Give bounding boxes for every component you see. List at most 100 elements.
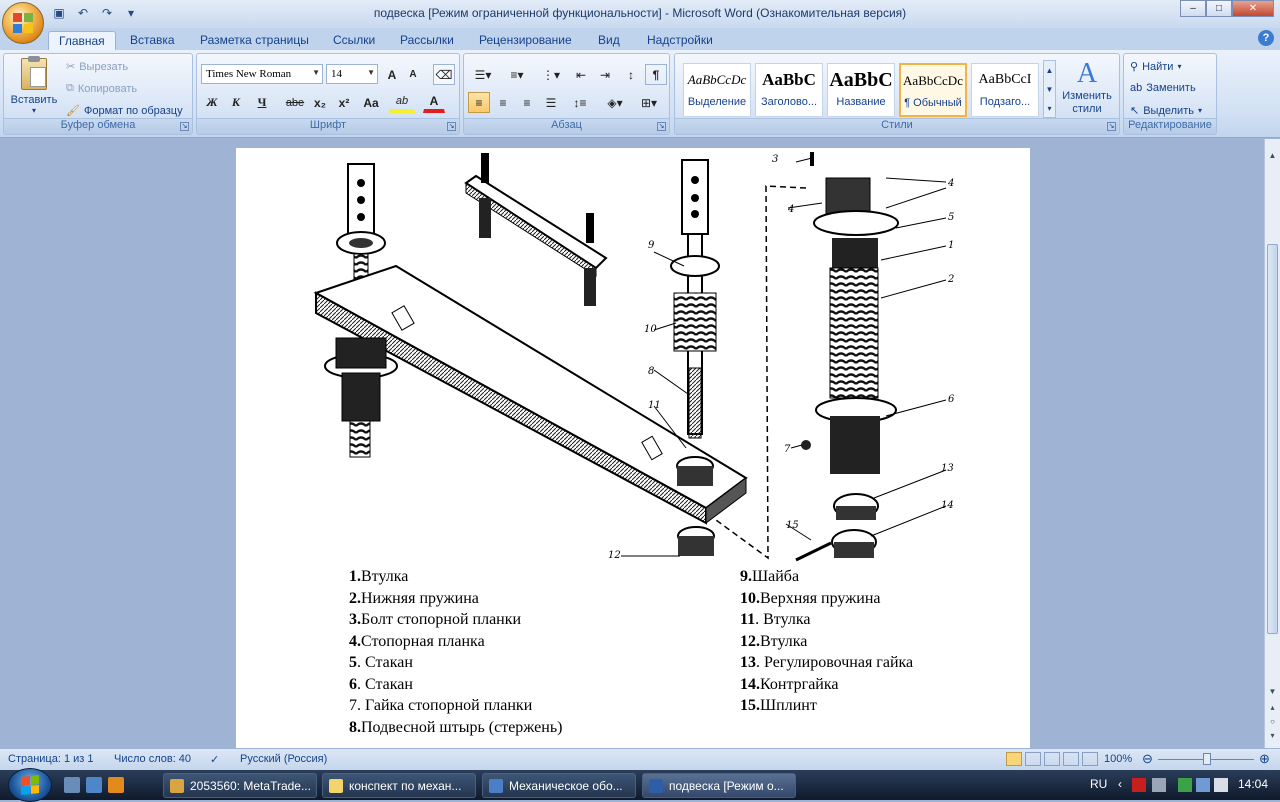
clock[interactable]: 14:04 [1238,777,1268,791]
start-button[interactable] [8,768,52,802]
style-emphasis[interactable]: AaBbCcDc Выделение [683,63,751,117]
paragraph-launcher-icon[interactable]: ↘ [657,122,666,131]
underline-button[interactable]: Ч [249,92,275,113]
scroll-thumb[interactable] [1267,244,1278,634]
task-metatrader[interactable]: 2053560: MetaTrade... [163,773,317,798]
switch-windows-icon[interactable] [86,777,102,793]
antivirus-icon[interactable] [1132,778,1146,792]
style-sample: AaBbC [829,69,893,91]
italic-button[interactable]: К [225,92,247,113]
increase-indent-button[interactable]: ⇥ [594,64,616,85]
superscript-button[interactable]: x² [333,92,355,113]
sort-button[interactable]: ↕ [620,64,642,85]
font-family-select[interactable]: Times New Roman ▼ [201,64,323,84]
help-icon[interactable]: ? [1258,30,1274,46]
tab-review[interactable]: Рецензирование [469,31,582,50]
multilevel-list-button[interactable]: ⋮▾ [536,64,566,85]
bold-button[interactable]: Ж [201,92,223,113]
change-styles-button[interactable]: A Изменить стили [1057,58,1117,116]
numbering-button[interactable]: ≡▾ [502,64,532,85]
office-button[interactable] [2,2,44,44]
select-button[interactable]: ↖ Выделить ▾ [1130,104,1202,118]
part-label: 3 [772,154,778,165]
browse-object-icon[interactable]: ○ [1265,717,1280,731]
tab-addins[interactable]: Надстройки [637,31,723,50]
document-page[interactable]: 3 4 4 5 1 2 6 7 13 14 15 9 10 8 11 12 1.… [236,148,1030,748]
scroll-down-icon[interactable]: ▼ [1265,687,1280,701]
bullets-button[interactable]: ☰▾ [468,64,498,85]
decrease-indent-button[interactable]: ⇤ [570,64,592,85]
find-button[interactable]: ⚲ Найти ▾ [1130,60,1181,74]
full-reading-icon[interactable] [1025,752,1041,766]
scroll-up-icon[interactable]: ▲ [1265,151,1280,165]
clear-format-button[interactable]: ⌫ [433,64,455,85]
network-icon[interactable] [1178,778,1192,792]
vertical-scrollbar[interactable]: ▲ ▼ ▴ ○ ▾ [1264,139,1280,748]
cut-button[interactable]: ✂ Вырезать [66,60,128,74]
language-indicator[interactable]: Русский (Россия) [240,753,327,765]
draft-icon[interactable] [1082,752,1098,766]
zoom-out-icon[interactable]: ⊖ [1142,751,1153,767]
shading-button[interactable]: ◈▾ [600,92,630,113]
media-player-icon[interactable] [108,777,124,793]
copy-button[interactable]: ⧉ Копировать [66,82,137,95]
print-layout-icon[interactable] [1006,752,1022,766]
tray-app-icon[interactable] [1152,778,1166,792]
web-layout-icon[interactable] [1044,752,1060,766]
align-left-button[interactable]: ≡ [468,92,490,113]
tab-insert[interactable]: Вставка [120,31,185,50]
style-title[interactable]: AaBbC Название [827,63,895,117]
font-size-select[interactable]: 14 ▼ [326,64,378,84]
show-marks-button[interactable]: ¶ [645,64,667,85]
borders-button[interactable]: ⊞▾ [634,92,664,113]
styles-scroll[interactable]: ▲ ▼ ▾ [1043,60,1056,118]
tab-mailings[interactable]: Рассылки [390,31,464,50]
clipboard-launcher-icon[interactable]: ↘ [180,122,189,131]
show-desktop-icon[interactable] [64,777,80,793]
power-icon[interactable] [1214,778,1228,792]
spell-check-icon[interactable]: ✓ [210,753,219,766]
align-center-button[interactable]: ≡ [492,92,514,113]
font-color-button[interactable]: A [423,92,445,113]
strikethrough-button[interactable]: abe [283,92,307,113]
format-painter-button[interactable]: 🖌 Формат по образцу [66,104,183,118]
task-label: конспект по механ... [349,779,462,793]
zoom-level[interactable]: 100% [1104,753,1132,765]
shrink-font-button[interactable]: A [403,64,423,85]
task-mechanical[interactable]: Механическое обо... [482,773,636,798]
justify-button[interactable]: ☰ [540,92,562,113]
close-button[interactable]: ✕ [1232,0,1274,17]
grow-font-button[interactable]: A [382,64,402,85]
replace-button[interactable]: ab Заменить [1130,82,1196,94]
prev-page-icon[interactable]: ▴ [1265,703,1280,717]
style-subtitle[interactable]: AaBbCcI Подзаго... [971,63,1039,117]
task-podveska[interactable]: подвеска [Режим о... [642,773,796,798]
paste-button[interactable]: Вставить ▾ [8,56,60,115]
zoom-slider-knob[interactable] [1203,753,1211,765]
tray-expand-icon[interactable]: ‹ [1118,777,1122,791]
zoom-in-icon[interactable]: ⊕ [1259,751,1270,767]
change-case-button[interactable]: Aa [357,92,385,113]
outline-icon[interactable] [1063,752,1079,766]
next-page-icon[interactable]: ▾ [1265,731,1280,745]
highlight-button[interactable]: ab [389,92,415,113]
align-right-button[interactable]: ≡ [516,92,538,113]
tab-references[interactable]: Ссылки [323,31,385,50]
tab-home[interactable]: Главная [48,31,116,50]
word-count[interactable]: Число слов: 40 [114,753,191,765]
style-normal[interactable]: AaBbCcDc ¶ Обычный [899,63,967,117]
maximize-button[interactable]: □ [1206,0,1232,17]
task-konspekt[interactable]: конспект по механ... [322,773,476,798]
copy-label: Копировать [77,82,138,95]
tab-page-layout[interactable]: Разметка страницы [190,31,319,50]
subscript-button[interactable]: x₂ [309,92,331,113]
minimize-button[interactable]: – [1180,0,1206,17]
language-bar[interactable]: RU [1090,777,1107,791]
styles-launcher-icon[interactable]: ↘ [1107,122,1116,131]
page-count[interactable]: Страница: 1 из 1 [8,753,94,765]
volume-icon[interactable] [1196,778,1210,792]
tab-view[interactable]: Вид [588,31,630,50]
font-launcher-icon[interactable]: ↘ [447,122,456,131]
line-spacing-button[interactable]: ↕≡ [566,92,594,113]
style-heading[interactable]: AaBbC Заголово... [755,63,823,117]
